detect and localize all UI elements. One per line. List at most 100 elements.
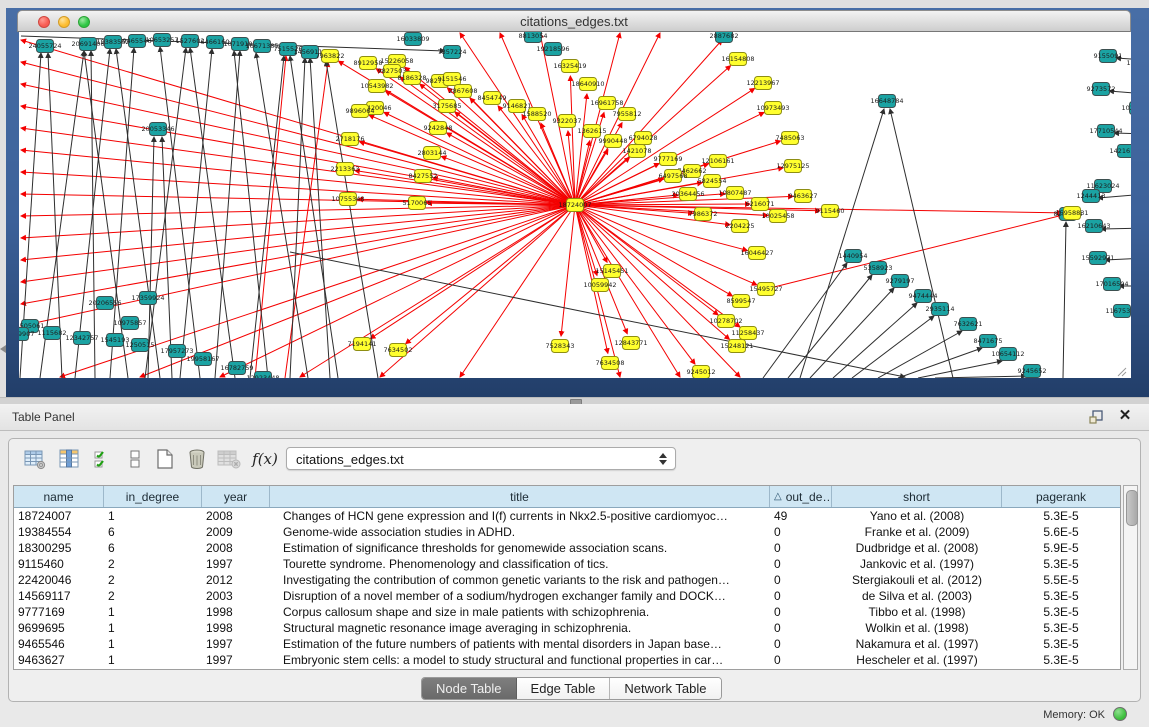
- column-header-name[interactable]: name: [14, 486, 104, 507]
- panel-collapse-arrow-icon[interactable]: [0, 345, 6, 353]
- table-cell[interactable]: Jankovic et al. (1997): [832, 556, 1002, 572]
- table-row[interactable]: 1456911722003Disruption of a novel membe…: [14, 588, 1120, 604]
- graph-node[interactable]: 9322037: [553, 115, 582, 128]
- graph-node[interactable]: 9245652: [1018, 365, 1047, 378]
- graph-node[interactable]: 7485063: [776, 132, 805, 145]
- column-header-short[interactable]: short: [832, 486, 1002, 507]
- table-cell[interactable]: 5.5E-5: [1002, 572, 1120, 588]
- graph-node[interactable]: 19218596: [536, 43, 569, 56]
- graph-node[interactable]: 10807487: [718, 187, 751, 200]
- table-cell[interactable]: 1997: [202, 652, 270, 668]
- graph-edge[interactable]: [310, 58, 330, 378]
- graph-edge[interactable]: [140, 205, 575, 377]
- graph-node[interactable]: 9115460: [816, 205, 845, 218]
- graph-node[interactable]: 6794028: [629, 132, 658, 145]
- network-window-titlebar[interactable]: citations_edges.txt: [17, 10, 1131, 32]
- graph-node[interactable]: 1250515: [126, 339, 155, 352]
- graph-node[interactable]: 1421078: [623, 145, 652, 158]
- graph-node[interactable]: 6497568: [659, 170, 688, 183]
- new-table-icon[interactable]: [153, 447, 177, 471]
- table-row[interactable]: 969969511998Structural magnetic resonanc…: [14, 620, 1120, 636]
- graph-node[interactable]: 12086014: [1126, 57, 1131, 70]
- table-row[interactable]: 1938455462009Genome-wide association stu…: [14, 524, 1120, 540]
- table-cell[interactable]: 1: [104, 652, 202, 668]
- graph-node[interactable]: 16648784: [870, 95, 903, 108]
- graph-edge[interactable]: [234, 51, 268, 378]
- table-cell[interactable]: 5.3E-5: [1002, 556, 1120, 572]
- table-cell[interactable]: Dudbridge et al. (2008): [832, 540, 1002, 556]
- graph-edge[interactable]: [766, 215, 1063, 289]
- table-cell[interactable]: 1: [104, 508, 202, 524]
- graph-node[interactable]: 9990448: [599, 135, 628, 148]
- graph-node[interactable]: 7955812: [613, 108, 642, 121]
- column-header-title[interactable]: title: [270, 486, 770, 507]
- table-cell[interactable]: 2: [104, 556, 202, 572]
- table-cell[interactable]: 49: [770, 508, 832, 524]
- table-cell[interactable]: 2009: [202, 524, 270, 540]
- table-cell[interactable]: Genome-wide association studies in ADHD.: [270, 524, 770, 540]
- graph-node[interactable]: 11258437: [731, 327, 764, 340]
- table-cell[interactable]: 0: [770, 556, 832, 572]
- graph-node[interactable]: 5358923: [864, 262, 893, 275]
- table-cell[interactable]: 5.9E-5: [1002, 540, 1120, 556]
- table-row[interactable]: 946554611997Estimation of the future num…: [14, 636, 1120, 652]
- graph-node[interactable]: 10059942: [583, 279, 616, 292]
- table-cell[interactable]: 18300295: [14, 540, 104, 556]
- graph-edge[interactable]: [21, 128, 575, 205]
- table-cell[interactable]: Hescheler et al. (1997): [832, 652, 1002, 668]
- graph-node[interactable]: 12843771: [614, 337, 647, 350]
- tab-node-table[interactable]: Node Table: [422, 678, 517, 699]
- graph-node[interactable]: 12213967: [746, 77, 779, 90]
- column-header-pagerank[interactable]: pagerank: [1002, 486, 1120, 507]
- table-cell[interactable]: Stergiakouli et al. (2012): [832, 572, 1002, 588]
- table-cell[interactable]: 1997: [202, 556, 270, 572]
- float-panel-icon[interactable]: [1089, 409, 1105, 425]
- graph-node[interactable]: 3919907: [19, 328, 34, 341]
- graph-node[interactable]: 12106161: [701, 155, 734, 168]
- table-row[interactable]: 1830029562008Estimation of significance …: [14, 540, 1120, 556]
- select-column-icon[interactable]: [57, 447, 81, 471]
- table-cell[interactable]: 18724007: [14, 508, 104, 524]
- scrollbar-thumb[interactable]: [1126, 490, 1138, 526]
- graph-edge[interactable]: [810, 288, 894, 378]
- column-header-year[interactable]: year: [202, 486, 270, 507]
- graph-node[interactable]: 10975857: [113, 317, 146, 330]
- graph-node[interactable]: 10973493: [756, 102, 789, 115]
- table-cell[interactable]: 1: [104, 620, 202, 636]
- graph-node[interactable]: 16961758: [590, 97, 623, 110]
- table-cell[interactable]: 0: [770, 572, 832, 588]
- graph-node[interactable]: 9474444: [909, 290, 938, 303]
- table-cell[interactable]: Investigating the contribution of common…: [270, 572, 770, 588]
- graph-edge[interactable]: [21, 62, 575, 205]
- graph-node[interactable]: 9155091: [1094, 50, 1123, 63]
- table-cell[interactable]: 2012: [202, 572, 270, 588]
- graph-node[interactable]: 8427552: [409, 170, 438, 183]
- graph-node[interactable]: 15495727: [749, 283, 782, 296]
- graph-node[interactable]: 1244413: [1077, 190, 1106, 203]
- graph-node[interactable]: 2204225: [726, 220, 755, 233]
- graph-node[interactable]: 7194141: [348, 338, 377, 351]
- graph-node[interactable]: 8599547: [727, 295, 756, 308]
- table-row[interactable]: 1872400712008Changes of HCN gene express…: [14, 508, 1120, 524]
- graph-edge[interactable]: [255, 56, 286, 378]
- table-cell[interactable]: Changes of HCN gene expression and I(f) …: [270, 508, 770, 524]
- graph-node[interactable]: 9245012: [687, 366, 716, 379]
- graph-node[interactable]: 20053346: [141, 123, 174, 136]
- graph-node[interactable]: 9242848: [424, 122, 453, 135]
- graph-node[interactable]: 12923448: [246, 372, 279, 379]
- graph-node[interactable]: 8186328: [398, 72, 427, 85]
- graph-node[interactable]: 1440954: [839, 250, 868, 263]
- table-cell[interactable]: 1998: [202, 620, 270, 636]
- graph-node[interactable]: 17016504: [1095, 278, 1128, 291]
- table-cell[interactable]: 0: [770, 652, 832, 668]
- graph-edge[interactable]: [935, 376, 1026, 378]
- graph-node[interactable]: 15145451: [595, 265, 628, 278]
- graph-node[interactable]: 7634502: [384, 344, 413, 357]
- graph-edge[interactable]: [215, 51, 240, 378]
- table-cell[interactable]: 0: [770, 524, 832, 540]
- graph-node[interactable]: 7528343: [546, 340, 575, 353]
- table-cell[interactable]: 19384554: [14, 524, 104, 540]
- graph-edge[interactable]: [370, 205, 575, 339]
- graph-node[interactable]: 1115682: [38, 327, 67, 340]
- table-cell[interactable]: 0: [770, 636, 832, 652]
